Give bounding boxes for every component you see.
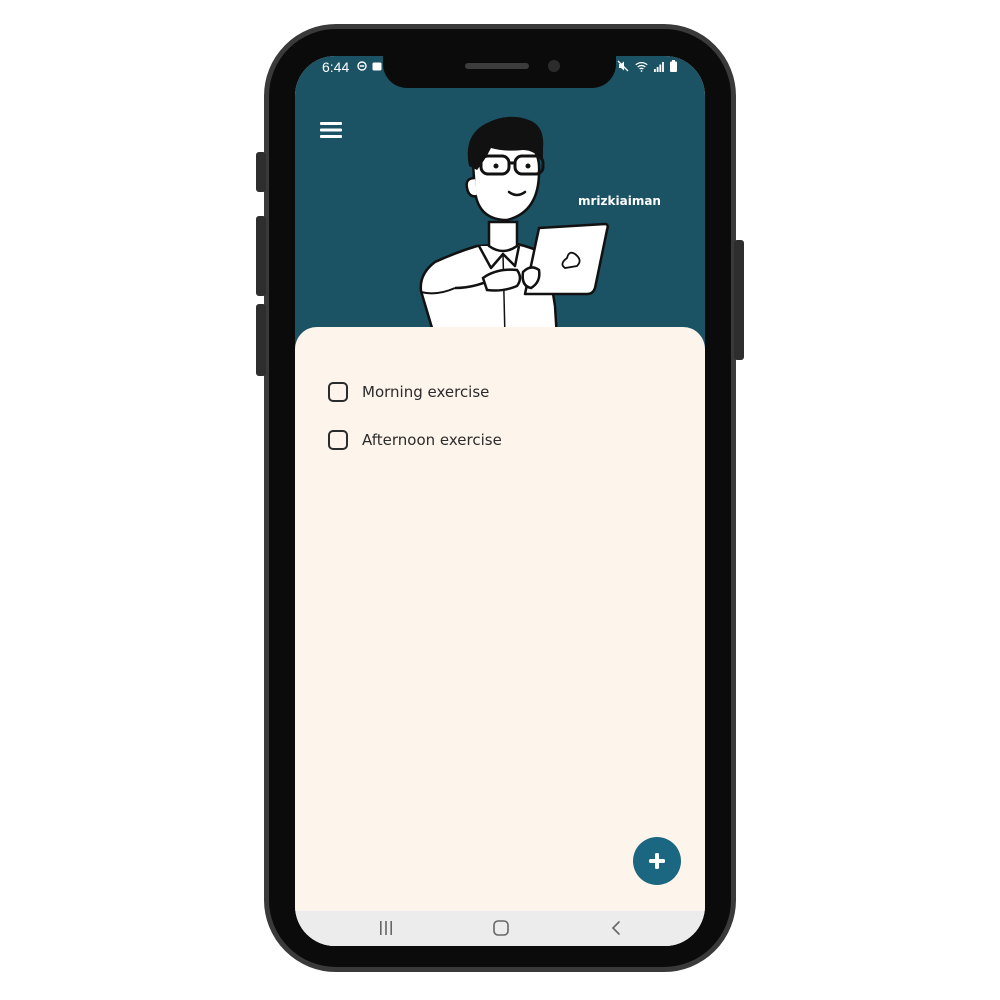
notch (383, 50, 616, 88)
screen: 6:44 mrizkiaiman Morning exercise Aftern… (295, 56, 705, 946)
task-checkbox[interactable] (328, 430, 348, 450)
notification-icon (372, 62, 382, 70)
status-right-icons (617, 60, 677, 72)
app-header: 6:44 mrizkiaiman (295, 56, 705, 356)
status-time: 6:44 (322, 59, 350, 75)
mute-icon (617, 60, 629, 72)
add-task-button[interactable] (633, 837, 681, 885)
speaker (465, 63, 529, 69)
task-list: Morning exercise Afternoon exercise (328, 368, 502, 464)
task-label: Afternoon exercise (362, 431, 502, 449)
signal-icon (654, 61, 664, 72)
stage: 6:44 mrizkiaiman Morning exercise Aftern… (0, 0, 1000, 1000)
username: mrizkiaiman (578, 194, 661, 208)
task-content: Morning exercise Afternoon exercise (295, 327, 705, 911)
task-checkbox[interactable] (328, 382, 348, 402)
side-button-left-bottom (256, 304, 266, 376)
wifi-icon (635, 61, 648, 72)
do-not-disturb-icon (357, 61, 367, 71)
hamburger-menu-icon[interactable] (317, 118, 345, 142)
power-button (734, 240, 744, 360)
side-button-left-middle (256, 216, 266, 296)
front-camera (548, 60, 560, 72)
side-button-left-top (256, 152, 266, 192)
status-left-icons (357, 61, 382, 71)
system-nav-bar (295, 911, 705, 946)
home-icon[interactable] (481, 915, 521, 941)
recent-apps-icon[interactable] (366, 915, 406, 941)
task-label: Morning exercise (362, 383, 490, 401)
back-icon[interactable] (596, 915, 636, 941)
battery-icon (670, 60, 677, 72)
avatar (419, 116, 609, 336)
plus-icon (649, 853, 665, 869)
task-item: Afternoon exercise (328, 416, 502, 464)
task-item: Morning exercise (328, 368, 502, 416)
